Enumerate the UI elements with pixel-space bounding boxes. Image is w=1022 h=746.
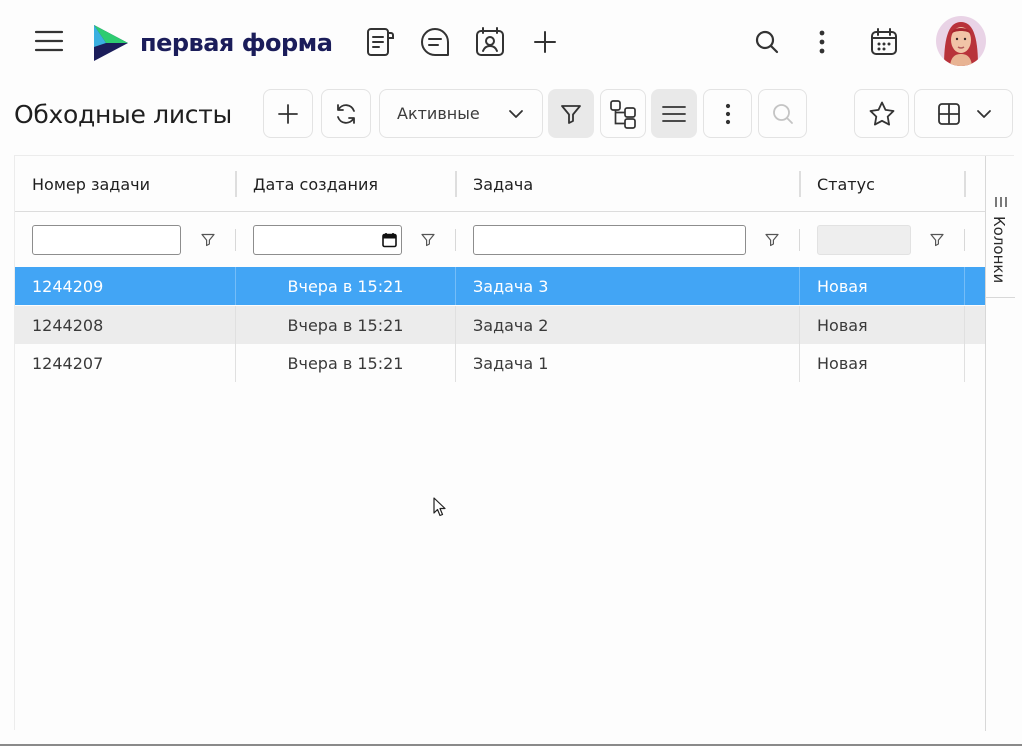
filter-icon <box>561 104 581 124</box>
grid-header: Номер задачи Дата создания Задача Статус <box>15 156 985 212</box>
mouse-cursor-icon <box>433 497 446 517</box>
cell-created: Вчера в 15:21 <box>287 276 404 296</box>
table-row[interactable]: 1244208 Вчера в 15:21 Задача 2 Новая <box>15 306 985 344</box>
status-filter-input <box>817 225 911 255</box>
grid-search-button[interactable] <box>758 89 807 138</box>
brand-logo[interactable]: первая форма <box>92 22 333 64</box>
refresh-icon <box>337 103 355 124</box>
page-title: Обходные листы <box>14 100 232 129</box>
chevron-down-icon <box>977 109 991 118</box>
calendar-icon[interactable] <box>866 24 902 60</box>
column-separator <box>799 229 800 251</box>
cell-task-number: 1244208 <box>32 315 104 335</box>
task-filter-input[interactable] <box>473 225 746 255</box>
more-vertical-icon <box>725 103 730 124</box>
column-separator[interactable] <box>964 171 966 197</box>
side-panel: Колонки <box>985 156 1015 731</box>
columns-icon <box>995 197 1007 207</box>
cell-task-number: 1244209 <box>32 276 104 296</box>
filter-icon[interactable] <box>417 229 439 251</box>
list-icon <box>662 105 686 122</box>
column-separator <box>964 229 965 251</box>
calendar-icon[interactable] <box>382 232 397 248</box>
tree-view-button[interactable] <box>600 89 646 138</box>
chevron-down-icon <box>509 109 523 118</box>
cell-divider <box>964 306 965 344</box>
status-filter-value: Активные <box>397 104 480 123</box>
cell-task: Задача 2 <box>473 315 549 335</box>
more-vertical-icon[interactable] <box>812 27 832 57</box>
filter-icon[interactable] <box>197 229 219 251</box>
column-header-created[interactable]: Дата создания <box>236 156 455 212</box>
chat-icon[interactable] <box>417 24 453 60</box>
filter-icon[interactable] <box>926 229 948 251</box>
cell-divider <box>964 344 965 382</box>
filter-row <box>15 213 985 267</box>
filter-icon[interactable] <box>761 229 783 251</box>
contacts-icon[interactable] <box>472 24 508 60</box>
cell-created: Вчера в 15:21 <box>287 315 404 335</box>
list-view-button[interactable] <box>651 89 697 138</box>
refresh-button[interactable] <box>321 89 371 138</box>
tree-structure-icon <box>610 99 636 129</box>
data-grid: Номер задачи Дата создания Задача Статус <box>14 155 1015 731</box>
status-filter-select[interactable]: Активные <box>379 89 543 138</box>
filter-toggle-button[interactable] <box>548 89 594 138</box>
column-header-status[interactable]: Статус <box>800 156 964 212</box>
cell-task-number: 1244207 <box>32 353 104 373</box>
grid-layout-icon <box>938 102 960 125</box>
cell-status: Новая <box>817 276 868 296</box>
cell-status: Новая <box>817 315 868 335</box>
star-icon <box>869 101 894 125</box>
columns-panel-label: Колонки <box>990 216 1008 284</box>
column-header-task-number[interactable]: Номер задачи <box>15 156 235 212</box>
cell-status: Новая <box>817 353 868 373</box>
cell-task: Задача 3 <box>473 276 549 296</box>
more-actions-button[interactable] <box>703 89 752 138</box>
favorite-button[interactable] <box>854 89 909 138</box>
search-icon <box>772 103 793 124</box>
task-number-filter-input[interactable] <box>32 225 181 255</box>
cell-created: Вчера в 15:21 <box>287 353 404 373</box>
column-separator <box>455 229 456 251</box>
column-header-task[interactable]: Задача <box>456 156 799 212</box>
created-date-filter-input[interactable] <box>253 225 402 255</box>
menu-icon[interactable] <box>30 26 68 56</box>
user-avatar[interactable] <box>936 16 986 66</box>
cell-task: Задача 1 <box>473 353 549 373</box>
column-separator <box>235 229 236 251</box>
add-button[interactable] <box>263 89 313 138</box>
brand-name: первая форма <box>140 29 333 57</box>
cell-divider <box>964 267 965 305</box>
columns-panel-tab[interactable]: Колонки <box>986 178 1015 298</box>
search-icon[interactable] <box>752 27 782 57</box>
add-icon <box>278 103 298 124</box>
top-bar: первая форма <box>0 0 1022 84</box>
documents-icon[interactable] <box>362 24 398 60</box>
table-row[interactable]: 1244207 Вчера в 15:21 Задача 1 Новая <box>15 344 985 382</box>
layout-select-button[interactable] <box>914 89 1013 138</box>
brand-logo-icon <box>94 25 128 61</box>
add-icon[interactable] <box>530 28 560 56</box>
table-row[interactable]: 1244209 Вчера в 15:21 Задача 3 Новая <box>15 267 985 305</box>
